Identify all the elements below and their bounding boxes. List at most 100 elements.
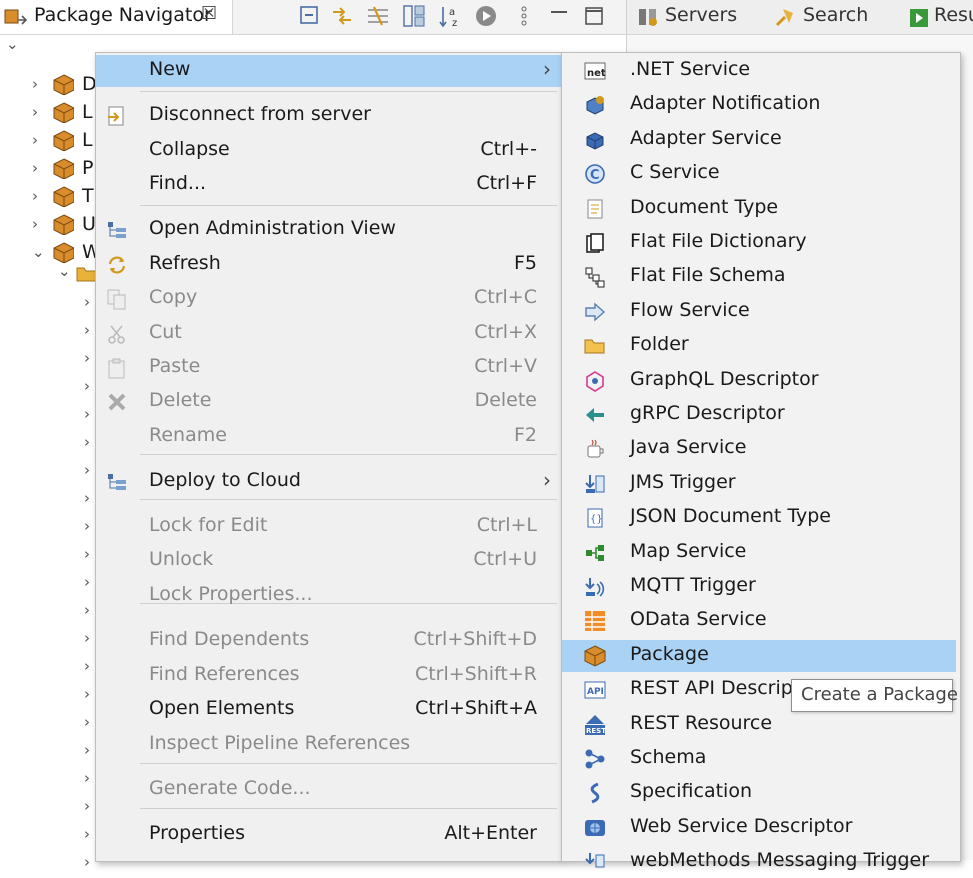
chevron-right-icon[interactable]: › bbox=[32, 215, 38, 233]
view-menu-icon[interactable] bbox=[512, 4, 536, 28]
results-tab[interactable]: Resu bbox=[934, 4, 973, 26]
menu-item-disconnect-from-server[interactable]: Disconnect from server bbox=[96, 100, 561, 132]
submenu-item-label: JSON Document Type bbox=[630, 505, 831, 528]
menu-item-open-elements[interactable]: Open Elements Ctrl+Shift+A bbox=[96, 694, 561, 726]
chevron-right-icon: › bbox=[543, 57, 551, 81]
chevron-right-icon[interactable]: › bbox=[84, 853, 90, 871]
submenu-item-flow-service[interactable]: Flow Service bbox=[562, 296, 960, 328]
submenu-item-graphql-descriptor[interactable]: GraphQL Descriptor bbox=[562, 365, 960, 397]
submenu-item-adapter-notification[interactable]: Adapter Notification bbox=[562, 89, 960, 121]
submenu-item-mqtt-trigger[interactable]: MQTT Trigger bbox=[562, 571, 960, 603]
package-navigator-tab[interactable]: Package Navigator ☒ bbox=[0, 0, 233, 34]
chevron-right-icon[interactable]: › bbox=[32, 187, 38, 205]
menu-item-inspect-pipeline-references[interactable]: Inspect Pipeline References bbox=[96, 729, 561, 761]
submenu-item-flat-file-schema[interactable]: Flat File Schema bbox=[562, 261, 960, 293]
chevron-right-icon[interactable]: › bbox=[84, 377, 90, 395]
chevron-right-icon[interactable]: › bbox=[84, 797, 90, 815]
collapse-all-icon[interactable] bbox=[298, 4, 322, 28]
menu-item-shortcut: Ctrl+C bbox=[474, 286, 537, 308]
chevron-right-icon[interactable]: › bbox=[84, 629, 90, 647]
chevron-right-icon[interactable]: › bbox=[84, 713, 90, 731]
chevron-right-icon[interactable]: › bbox=[84, 601, 90, 619]
sort-az-icon[interactable]: az bbox=[438, 4, 462, 28]
link-with-editor-icon[interactable] bbox=[330, 4, 354, 28]
menu-item-copy[interactable]: Copy Ctrl+C bbox=[96, 283, 561, 315]
chevron-right-icon[interactable]: › bbox=[84, 489, 90, 507]
chevron-right-icon[interactable]: › bbox=[84, 349, 90, 367]
menu-item-find[interactable]: Find... Ctrl+F bbox=[96, 169, 561, 201]
menu-item-shortcut: Delete bbox=[474, 389, 537, 411]
submenu-item-c-service[interactable]: C C Service bbox=[562, 158, 960, 190]
menu-item-open-administration-view[interactable]: Open Administration View bbox=[96, 214, 561, 246]
menu-item-lock-properties[interactable]: Lock Properties... bbox=[96, 580, 561, 612]
submenu-item-folder[interactable]: Folder bbox=[562, 330, 960, 362]
submenu-item-jms-trigger[interactable]: JMS Trigger bbox=[562, 468, 960, 500]
submenu-item-webmethods-messaging-trigger[interactable]: webMethods Messaging Trigger bbox=[562, 846, 960, 878]
maximize-icon[interactable] bbox=[582, 4, 606, 28]
chevron-right-icon[interactable]: › bbox=[84, 685, 90, 703]
chevron-right-icon[interactable]: › bbox=[84, 293, 90, 311]
chevron-right-icon[interactable]: › bbox=[32, 131, 38, 149]
menu-item-lock-for-edit[interactable]: Lock for Edit Ctrl+L bbox=[96, 511, 561, 543]
submenu-item-adapter-service[interactable]: Adapter Service bbox=[562, 124, 960, 156]
submenu-item-rest-resource[interactable]: REST REST Resource bbox=[562, 709, 960, 741]
chevron-right-icon[interactable]: › bbox=[84, 545, 90, 563]
menu-item-properties[interactable]: Properties Alt+Enter bbox=[96, 819, 561, 851]
chevron-right-icon[interactable]: › bbox=[84, 573, 90, 591]
chevron-right-icon[interactable]: › bbox=[84, 825, 90, 843]
submenu-item-schema[interactable]: Schema bbox=[562, 743, 960, 775]
chevron-right-icon[interactable]: › bbox=[84, 657, 90, 675]
chevron-right-icon[interactable]: › bbox=[84, 405, 90, 423]
menu-item-unlock[interactable]: Unlock Ctrl+U bbox=[96, 545, 561, 577]
chevron-right-icon[interactable]: › bbox=[84, 433, 90, 451]
menu-item-rename[interactable]: Rename F2 bbox=[96, 421, 561, 453]
chevron-right-icon[interactable]: › bbox=[32, 159, 38, 177]
run-icon[interactable] bbox=[474, 4, 498, 28]
submenu-item-net-service[interactable]: net .NET Service bbox=[562, 55, 960, 87]
menu-item-deploy-to-cloud[interactable]: Deploy to Cloud › bbox=[96, 466, 561, 498]
hierarchy-icon[interactable] bbox=[402, 4, 426, 28]
chevron-down-icon[interactable]: ⌄ bbox=[6, 35, 19, 53]
submenu-item-web-service-descriptor[interactable]: Web Service Descriptor bbox=[562, 812, 960, 844]
submenu-item-java-service[interactable]: Java Service bbox=[562, 433, 960, 465]
menu-separator bbox=[140, 91, 557, 92]
close-icon[interactable]: ☒ bbox=[201, 3, 217, 24]
menu-item-generate-code[interactable]: Generate Code... bbox=[96, 774, 561, 806]
menu-item-paste[interactable]: Paste Ctrl+V bbox=[96, 352, 561, 384]
submenu-item-package[interactable]: Package bbox=[562, 639, 956, 672]
tree-item-label[interactable]: T bbox=[82, 185, 94, 207]
menu-item-delete[interactable]: Delete Delete bbox=[96, 386, 561, 418]
context-menu: New › Disconnect from server Collapse Ctrl+-… bbox=[95, 52, 562, 862]
tree-item-label[interactable]: U bbox=[82, 213, 96, 235]
chevron-right-icon[interactable]: › bbox=[84, 461, 90, 479]
menu-item-find-references[interactable]: Find References Ctrl+Shift+R bbox=[96, 660, 561, 692]
search-tab[interactable]: Search bbox=[803, 4, 868, 26]
submenu-item-odata-service[interactable]: OData Service bbox=[562, 605, 960, 637]
chevron-down-icon[interactable]: ⌄ bbox=[58, 262, 71, 280]
chevron-right-icon[interactable]: › bbox=[84, 741, 90, 759]
minimize-icon[interactable] bbox=[547, 4, 571, 28]
menu-item-refresh[interactable]: Refresh F5 bbox=[96, 249, 561, 281]
tree-item-label[interactable]: L bbox=[82, 129, 93, 151]
menu-item-cut[interactable]: Cut Ctrl+X bbox=[96, 318, 561, 350]
menu-item-label: Deploy to Cloud bbox=[149, 469, 301, 491]
chevron-right-icon[interactable]: › bbox=[84, 517, 90, 535]
menu-item-find-dependents[interactable]: Find Dependents Ctrl+Shift+D bbox=[96, 625, 561, 657]
submenu-item-document-type[interactable]: Document Type bbox=[562, 193, 960, 225]
tree-item-label[interactable]: P bbox=[82, 157, 93, 179]
chevron-right-icon[interactable]: › bbox=[84, 321, 90, 339]
menu-item-new[interactable]: New › bbox=[96, 55, 561, 87]
chevron-right-icon[interactable]: › bbox=[84, 769, 90, 787]
menu-item-collapse[interactable]: Collapse Ctrl+- bbox=[96, 135, 561, 167]
submenu-item-grpc-descriptor[interactable]: gRPC Descriptor bbox=[562, 399, 960, 431]
submenu-item-specification[interactable]: Specification bbox=[562, 777, 960, 809]
chevron-right-icon[interactable]: › bbox=[32, 103, 38, 121]
submenu-item-map-service[interactable]: Map Service bbox=[562, 537, 960, 569]
chevron-down-icon[interactable]: ⌄ bbox=[32, 243, 45, 261]
submenu-item-json-document-type[interactable]: {} JSON Document Type bbox=[562, 502, 960, 534]
servers-tab[interactable]: Servers bbox=[665, 4, 737, 26]
tree-item-label[interactable]: L bbox=[82, 101, 93, 123]
chevron-right-icon[interactable]: › bbox=[32, 75, 38, 93]
filter-icon[interactable] bbox=[366, 4, 390, 28]
submenu-item-flat-file-dictionary[interactable]: Flat File Dictionary bbox=[562, 227, 960, 259]
